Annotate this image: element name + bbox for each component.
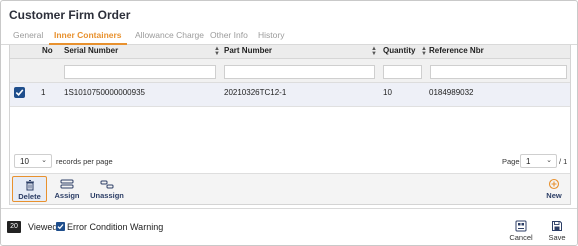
total-pages: / 1: [559, 157, 568, 166]
tab-allowance-charge[interactable]: Allowance Charge: [135, 30, 204, 40]
column-header-no[interactable]: No: [42, 46, 53, 55]
records-per-page-value: 10: [20, 157, 29, 166]
plus-circle-icon: [542, 178, 566, 191]
tab-general[interactable]: General: [13, 30, 43, 40]
cell-quantity: 10: [383, 88, 392, 97]
new-button[interactable]: New: [542, 176, 566, 202]
unassign-label: Unassign: [90, 191, 124, 200]
record-count-badge: 20: [7, 221, 21, 233]
records-per-page-label: records per page: [56, 157, 113, 166]
serial-number-filter-input[interactable]: [64, 65, 216, 79]
sort-icon[interactable]: ▲ ▼: [214, 46, 220, 57]
assign-label: Assign: [54, 191, 80, 200]
save-button[interactable]: Save: [546, 220, 568, 245]
tab-inner-containers[interactable]: Inner Containers: [54, 30, 122, 40]
chevron-down-icon: ⌄: [546, 157, 552, 164]
chevron-down-icon: ⌄: [41, 157, 47, 164]
inner-containers-panel: No Serial Number ▲ ▼ Part Number ▲ ▼ Quant…: [9, 45, 571, 205]
part-number-filter-input[interactable]: [224, 65, 375, 79]
reference-nbr-filter-input[interactable]: [430, 65, 567, 79]
sort-icon[interactable]: ▲ ▼: [421, 46, 427, 57]
save-icon: [546, 220, 568, 233]
table-row[interactable]: 1 1S1010750000000935 20210326TC12-1 10 0…: [10, 83, 570, 107]
error-condition-warning-label: Error Condition Warning: [67, 222, 164, 232]
cell-serial-number: 1S1010750000000935: [64, 88, 145, 97]
cancel-icon: [508, 220, 534, 233]
error-condition-checkbox[interactable]: [56, 222, 65, 231]
cancel-button[interactable]: Cancel: [508, 220, 534, 245]
cell-no: 1: [41, 88, 46, 97]
column-header-serial-number[interactable]: Serial Number: [64, 46, 118, 55]
unassign-button[interactable]: Unassign: [88, 176, 126, 202]
customer-firm-order-window: Customer Firm Order General Inner Contai…: [0, 0, 578, 246]
pagination-bar: 10 ⌄ records per page Page 1 ⌄ / 1: [10, 150, 570, 172]
page-label: Page: [502, 157, 520, 166]
filter-row: [10, 59, 570, 83]
cell-part-number: 20210326TC12-1: [224, 88, 287, 97]
delete-label: Delete: [18, 192, 41, 201]
save-label: Save: [548, 233, 566, 242]
row-checkbox[interactable]: [14, 87, 25, 98]
page-number-value: 1: [526, 157, 531, 166]
action-toolbar: Delete Assign Unassign New: [10, 173, 570, 204]
trash-icon: [13, 179, 46, 192]
tab-history[interactable]: History: [258, 30, 284, 40]
delete-button[interactable]: Delete: [12, 176, 47, 202]
assign-icon: [52, 178, 82, 191]
column-header-part-number[interactable]: Part Number: [224, 46, 272, 55]
tab-other-info[interactable]: Other Info: [210, 30, 248, 40]
page-select[interactable]: 1 ⌄: [520, 154, 557, 168]
assign-button[interactable]: Assign: [52, 176, 82, 202]
records-per-page-select[interactable]: 10 ⌄: [14, 154, 52, 168]
unassign-icon: [88, 178, 126, 191]
viewed-label: Viewed: [28, 222, 58, 232]
cancel-label: Cancel: [509, 233, 533, 242]
status-bar: 20 Viewed Error Condition Warning Cancel…: [1, 208, 577, 245]
quantity-filter-input[interactable]: [383, 65, 422, 79]
new-label: New: [546, 191, 562, 200]
table-header: No Serial Number ▲ ▼ Part Number ▲ ▼ Quant…: [10, 45, 570, 59]
cell-reference-nbr: 0184989032: [429, 88, 474, 97]
column-header-reference-nbr[interactable]: Reference Nbr: [429, 46, 484, 55]
sort-icon[interactable]: ▲ ▼: [371, 46, 377, 57]
window-title: Customer Firm Order: [9, 8, 131, 22]
column-header-quantity[interactable]: Quantity: [383, 46, 415, 55]
tab-bar: General Inner Containers Allowance Charg…: [1, 28, 577, 45]
